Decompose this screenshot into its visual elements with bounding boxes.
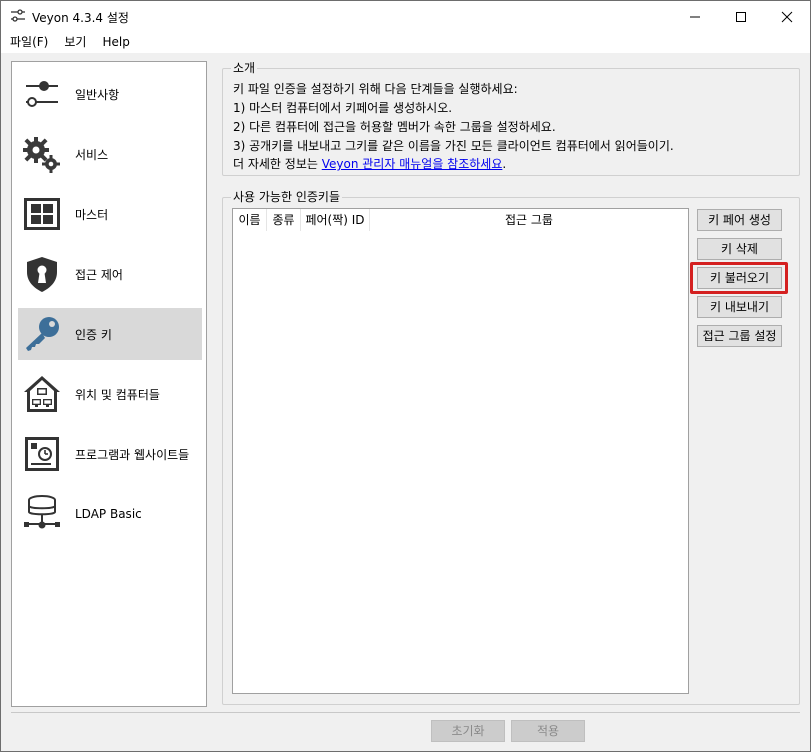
key-icon (26, 317, 59, 351)
title-bar: Veyon 4.3.4 설정 (1, 1, 810, 32)
keys-table[interactable]: 이름 종류 페어(짝) ID 접근 그룹 (232, 208, 689, 694)
intro-line: 2) 다른 컴퓨터에 접근을 허용할 멤버가 속한 그룹을 설정하세요. (233, 120, 556, 134)
column-header-pair-id[interactable]: 페어(짝) ID (301, 209, 370, 231)
column-header-access-group[interactable]: 접근 그룹 (370, 209, 688, 231)
maximize-icon (736, 11, 746, 22)
sidebar-item-auth-keys[interactable]: 인증 키 (18, 308, 202, 360)
sidebar-item-label: 프로그램과 웹사이트들 (75, 447, 190, 462)
close-button[interactable] (764, 1, 810, 32)
delete-key-button[interactable]: 키 삭제 (697, 238, 782, 260)
general-sliders-icon (26, 81, 58, 107)
sidebar-item-label: 서비스 (75, 147, 109, 162)
close-icon (781, 11, 793, 22)
minimize-button[interactable] (672, 1, 718, 32)
sidebar-item-label: 마스터 (75, 207, 109, 222)
manual-link[interactable]: Veyon 관리자 매뉴얼을 참조하세요 (322, 157, 503, 171)
maximize-button[interactable] (718, 1, 764, 32)
sidebar-item-label: LDAP Basic (75, 507, 142, 521)
sidebar-item-label: 위치 및 컴퓨터들 (75, 387, 160, 402)
gears-icon (23, 137, 60, 173)
apply-button[interactable]: 적용 (511, 720, 585, 742)
create-key-pair-button[interactable]: 키 페어 생성 (697, 209, 782, 231)
intro-line: 키 파일 인증을 설정하기 위해 다음 단계들을 실행하세요: (233, 82, 518, 96)
sidebar-item-label: 인증 키 (75, 327, 112, 342)
reset-button[interactable]: 초기화 (431, 720, 505, 742)
sidebar-item-general[interactable]: 일반사항 (18, 68, 202, 120)
window-title: Veyon 4.3.4 설정 (32, 11, 129, 25)
sidebar-item-service[interactable]: 서비스 (18, 128, 202, 180)
sidebar-item-label: 일반사항 (75, 87, 120, 102)
export-key-button[interactable]: 키 내보내기 (697, 296, 782, 318)
sliders-icon (11, 9, 25, 22)
settings-sidebar: 일반사항 서비스 마스터 접근 제어 인증 키 위치 및 컴퓨터들 프로그램과 … (11, 61, 207, 707)
sidebar-item-ldap[interactable]: LDAP Basic (18, 488, 202, 540)
intro-group: 소개 키 파일 인증을 설정하기 위해 다음 단계들을 실행하세요: 1) 마스… (222, 60, 800, 176)
intro-line: 3) 공개키를 내보내고 그키를 같은 이름을 가진 모든 클라이언트 컴퓨터에… (233, 139, 674, 153)
sidebar-item-locations[interactable]: 위치 및 컴퓨터들 (18, 368, 202, 420)
import-key-button[interactable]: 키 불러오기 (697, 267, 782, 289)
sidebar-item-access-control[interactable]: 접근 제어 (18, 248, 202, 300)
house-computers-icon (24, 376, 60, 412)
intro-line: 1) 마스터 컴퓨터에서 키페어를 생성하시오. (233, 101, 453, 115)
intro-more-suffix: . (502, 157, 507, 171)
menu-file[interactable]: 파일(F) (1, 32, 56, 53)
programs-websites-icon (25, 437, 59, 471)
sidebar-item-master[interactable]: 마스터 (18, 188, 202, 240)
sidebar-item-programs[interactable]: 프로그램과 웹사이트들 (18, 428, 202, 480)
set-access-group-button[interactable]: 접근 그룹 설정 (697, 325, 782, 347)
sidebar-item-label: 접근 제어 (75, 267, 123, 282)
intro-more-line: 더 자세한 정보는 Veyon 관리자 매뉴얼을 참조하세요. (233, 155, 506, 172)
intro-more-prefix: 더 자세한 정보는 (233, 157, 322, 171)
menu-bar: 파일(F) 보기 Help (1, 32, 810, 53)
intro-group-title: 소개 (231, 60, 258, 76)
database-network-icon (24, 495, 60, 529)
shield-keyhole-icon (27, 257, 57, 292)
settings-window: Veyon 4.3.4 설정 파일(F) 보기 Help 일반사항 서비스 마스… (0, 0, 811, 752)
keys-group-title: 사용 가능한 인증키들 (231, 189, 342, 205)
footer-separator (11, 712, 800, 713)
column-header-name[interactable]: 이름 (233, 209, 267, 231)
minimize-icon (690, 16, 700, 17)
column-header-type[interactable]: 종류 (267, 209, 301, 231)
master-grid-icon (24, 198, 60, 230)
menu-help[interactable]: Help (94, 32, 137, 53)
menu-view[interactable]: 보기 (56, 32, 94, 53)
